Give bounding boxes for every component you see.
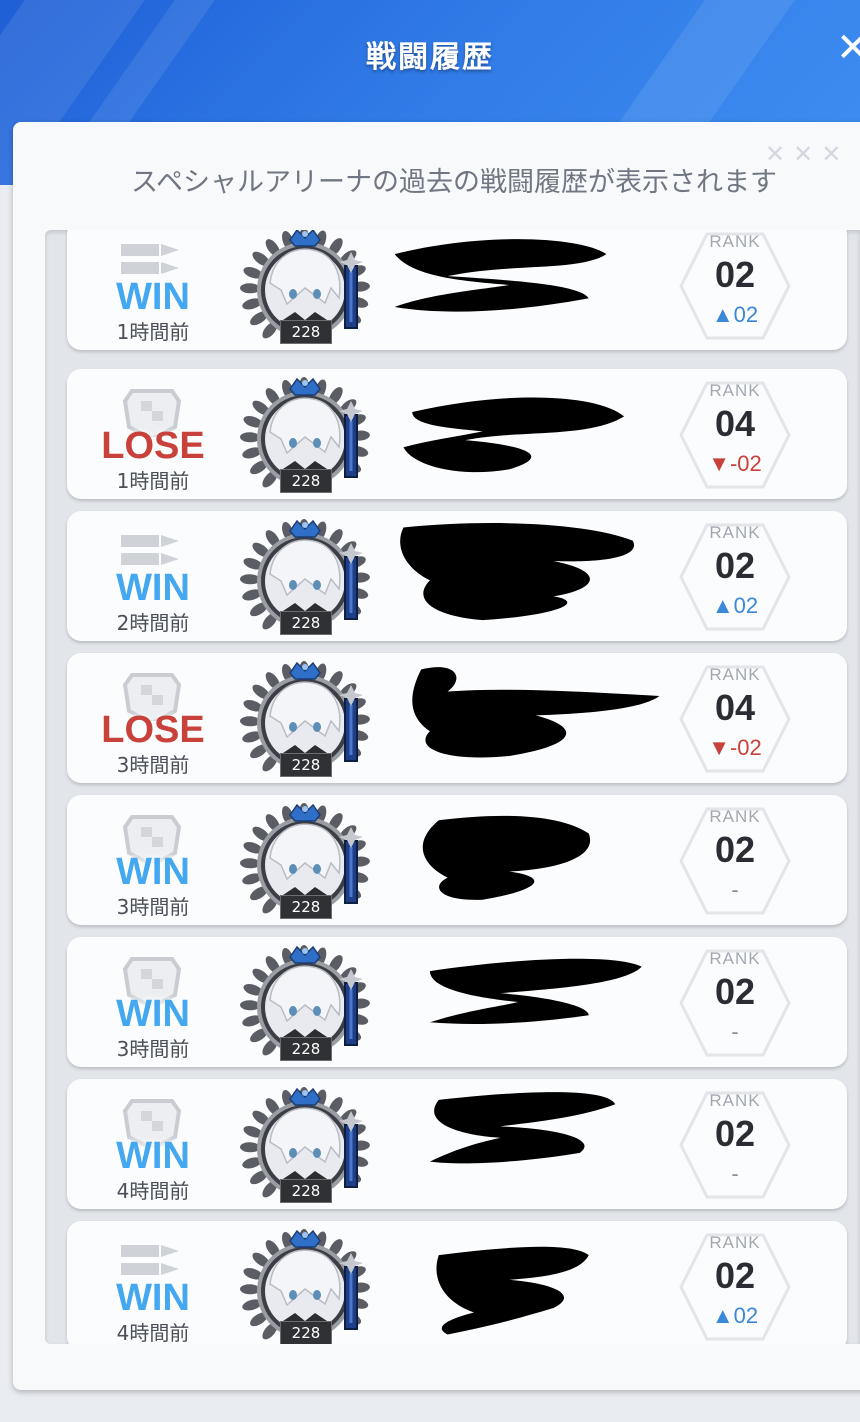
- result-block: WIN 3時間前: [67, 937, 239, 1067]
- rank-change: ▲02: [711, 302, 759, 327]
- result-label: WIN: [116, 1135, 190, 1177]
- rank-label: RANK: [709, 1233, 761, 1252]
- rank-number: 02: [714, 1113, 756, 1154]
- redacted-name-mark: [422, 815, 591, 900]
- level-badge: 228: [280, 753, 332, 777]
- battle-row[interactable]: WIN 3時間前 228 RANK 02 -: [67, 795, 847, 925]
- result-label: WIN: [116, 567, 190, 609]
- result-block: LOSE 3時間前: [67, 653, 239, 783]
- battle-row[interactable]: WIN 4時間前 228 RANK 02 -: [67, 1079, 847, 1209]
- rank-label: RANK: [709, 232, 761, 251]
- rank-number: 04: [714, 403, 756, 444]
- close-icon[interactable]: ✕: [836, 26, 860, 70]
- battle-time: 4時間前: [116, 1179, 190, 1203]
- redacted-name-mark: [403, 397, 625, 473]
- battle-row[interactable]: LOSE 1時間前 228 RANK 04 ▼-02: [67, 369, 847, 499]
- result-block: LOSE 1時間前: [67, 369, 239, 499]
- battle-row[interactable]: WIN 2時間前 228 RANK 02 ▲02: [67, 511, 847, 641]
- redacted-name-mark: [394, 239, 607, 312]
- rank-change: -: [731, 1019, 739, 1044]
- battle-time: 1時間前: [116, 469, 190, 493]
- page-title: 戦闘履歴: [366, 40, 494, 75]
- panel-subtitle: スペシャルアリーナの過去の戦闘履歴が表示されます: [130, 167, 778, 198]
- result-label: WIN: [116, 851, 190, 893]
- result-block: WIN 3時間前: [67, 795, 239, 925]
- result-block: WIN 4時間前: [67, 1221, 239, 1344]
- redacted-name-mark: [436, 1246, 589, 1335]
- level-badge: 228: [280, 320, 332, 344]
- battle-row[interactable]: WIN 4時間前 228 RANK 02 ▲02: [67, 1221, 847, 1344]
- level-badge: 228: [280, 1037, 332, 1061]
- rank-label: RANK: [709, 523, 761, 542]
- result-label: LOSE: [101, 709, 205, 751]
- battle-time: 1時間前: [116, 320, 190, 344]
- battle-time: 4時間前: [116, 1321, 190, 1344]
- rank-number: 02: [714, 829, 756, 870]
- redacted-name-mark: [412, 667, 660, 758]
- battle-row[interactable]: WIN 1時間前 228 RANK 02 ▲02: [67, 230, 847, 350]
- result-label: WIN: [116, 1277, 190, 1319]
- rank-label: RANK: [709, 949, 761, 968]
- rank-label: RANK: [709, 381, 761, 400]
- result-label: LOSE: [101, 425, 205, 467]
- rank-change: ▲02: [711, 1303, 759, 1328]
- rank-change: ▼-02: [708, 735, 762, 760]
- rank-change: ▼-02: [708, 451, 762, 476]
- rank-change: -: [731, 1161, 739, 1186]
- battle-time: 3時間前: [116, 895, 190, 919]
- redacted-name-mark: [400, 523, 635, 621]
- redacted-name-mark: [429, 958, 642, 1024]
- rank-change: -: [731, 877, 739, 902]
- battle-row[interactable]: WIN 3時間前 228 RANK 02 -: [67, 937, 847, 1067]
- rank-label: RANK: [709, 665, 761, 684]
- rank-number: 02: [714, 545, 756, 586]
- level-badge: 228: [280, 611, 332, 635]
- level-badge: 228: [280, 469, 332, 493]
- rank-number: 02: [714, 1255, 756, 1296]
- level-badge: 228: [280, 1321, 332, 1344]
- level-badge: 228: [280, 1179, 332, 1203]
- result-label: WIN: [116, 276, 190, 318]
- result-block: WIN 2時間前: [67, 511, 239, 641]
- result-label: WIN: [116, 993, 190, 1035]
- rank-number: 04: [714, 687, 756, 728]
- rank-number: 02: [714, 971, 756, 1012]
- result-block: WIN 1時間前: [67, 230, 239, 350]
- battle-history-list[interactable]: WIN 1時間前 228 RANK 02 ▲02 LOSE 1時間前 228 RANK 04 ▼-02…: [45, 230, 860, 1344]
- level-badge: 228: [280, 895, 332, 919]
- battle-time: 2時間前: [116, 611, 190, 635]
- rank-label: RANK: [709, 1091, 761, 1110]
- rank-change: ▲02: [711, 593, 759, 618]
- result-block: WIN 4時間前: [67, 1079, 239, 1209]
- battle-time: 3時間前: [116, 753, 190, 777]
- redacted-name-mark: [429, 1092, 616, 1164]
- rank-label: RANK: [709, 807, 761, 826]
- battle-time: 3時間前: [116, 1037, 190, 1061]
- battle-row[interactable]: LOSE 3時間前 228 RANK 04 ▼-02: [67, 653, 847, 783]
- rank-number: 02: [714, 254, 756, 295]
